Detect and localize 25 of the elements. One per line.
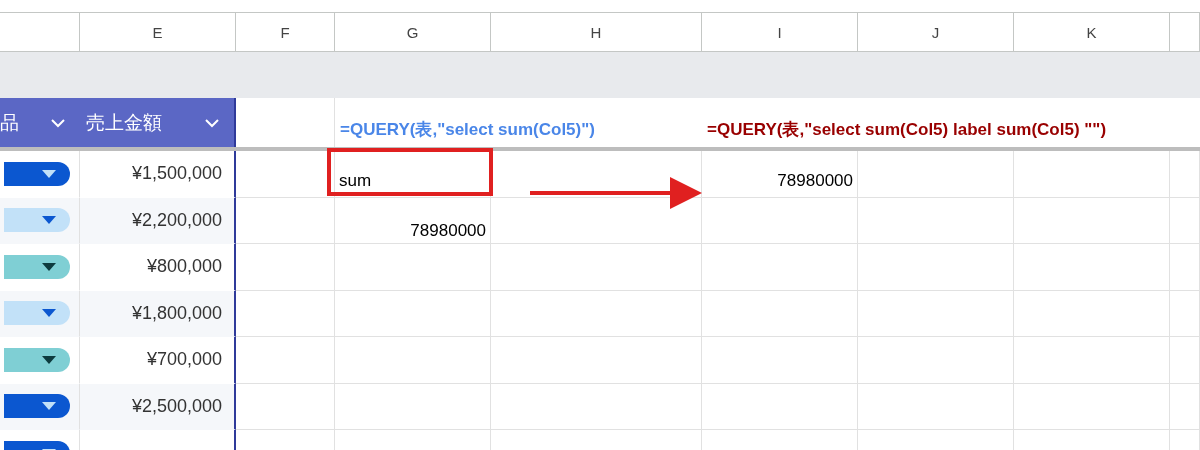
table-header-cell[interactable]: 品 — [0, 98, 80, 147]
arrow-right-icon — [530, 177, 702, 209]
chevron-down-icon[interactable] — [204, 117, 220, 128]
dropdown-chip[interactable] — [4, 347, 70, 372]
dropdown-arrow-icon — [42, 309, 56, 318]
chevron-down-icon[interactable] — [50, 117, 66, 128]
table-cell[interactable]: ¥2,500,000 — [80, 383, 236, 430]
table-cell[interactable]: 78980000 — [335, 197, 491, 244]
dropdown-arrow-icon — [42, 169, 56, 178]
dropdown-chip[interactable] — [4, 301, 70, 326]
dropdown-arrow-icon — [42, 262, 56, 271]
column-header[interactable]: H — [491, 12, 702, 52]
dropdown-arrow-icon — [42, 355, 56, 364]
table-cell[interactable]: ¥2,200,000 — [80, 197, 236, 244]
formula-text: =QUERY(表,"select sum(Col5) label sum(Col5) "") — [707, 119, 1107, 141]
dropdown-chip[interactable] — [4, 254, 70, 279]
dropdown-arrow-icon — [42, 402, 56, 411]
dropdown-arrow-icon — [42, 216, 56, 225]
table-cell[interactable]: ¥1,800,000 — [80, 290, 236, 337]
table-cell[interactable]: 78980000 — [702, 151, 858, 198]
dropdown-chip[interactable] — [4, 394, 70, 419]
formula-text: =QUERY(表,"select sum(Col5)") — [340, 119, 595, 141]
dropdown-chip[interactable] — [4, 208, 70, 233]
table-header-cell[interactable]: 売上金額 — [80, 98, 236, 147]
dropdown-chip[interactable] — [4, 161, 70, 186]
